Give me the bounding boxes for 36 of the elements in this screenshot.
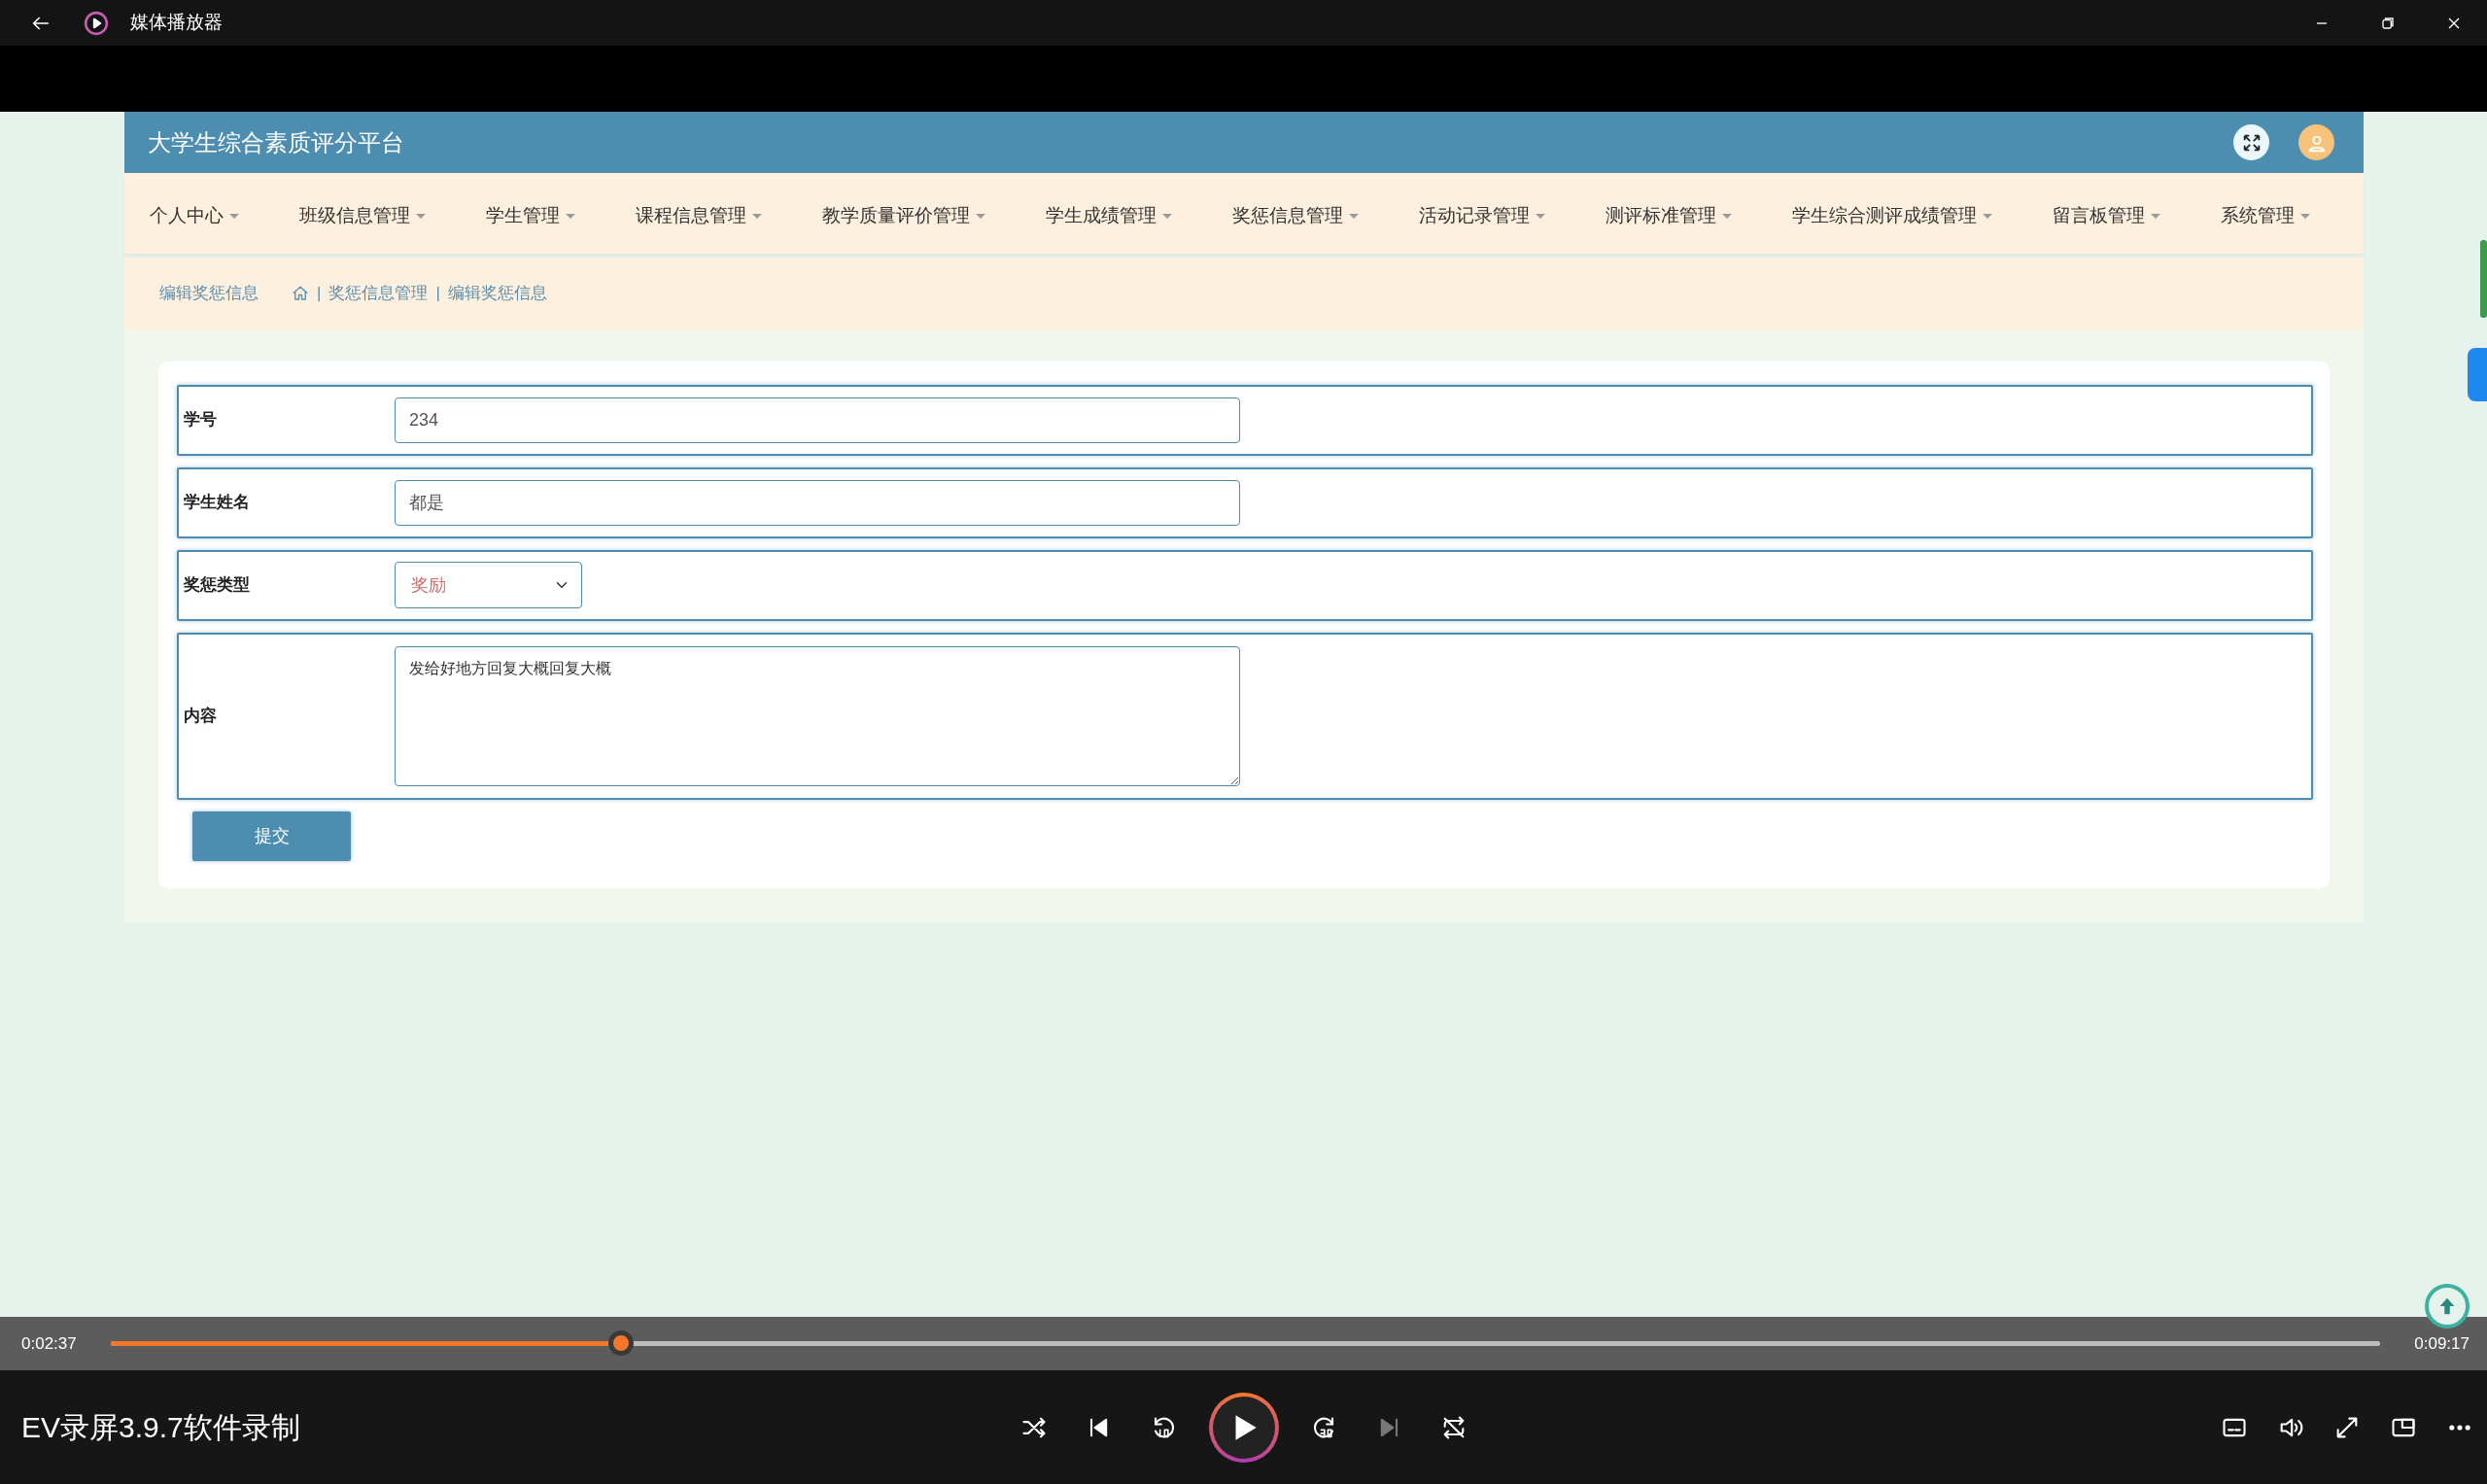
- nav-menu-item[interactable]: 奖惩信息管理: [1232, 202, 1359, 230]
- nav-menu-item[interactable]: 学生成绩管理: [1046, 202, 1172, 230]
- nav-menu-item[interactable]: 教学质量评价管理: [822, 202, 985, 230]
- page-title: 编辑奖惩信息: [159, 282, 259, 304]
- input-field[interactable]: 234: [395, 397, 1240, 443]
- avatar[interactable]: [2298, 124, 2334, 160]
- current-time: 0:02:37: [21, 1332, 77, 1355]
- nav-menu-item[interactable]: 个人中心: [150, 202, 239, 230]
- breadcrumb-separator: |: [317, 282, 322, 304]
- site-title: 大学生综合素质评分平台: [148, 127, 405, 157]
- nav-menu-item[interactable]: 学生综合测评成绩管理: [1792, 202, 1992, 230]
- progress-thumb[interactable]: [608, 1330, 635, 1356]
- breadcrumb-separator: |: [435, 282, 440, 304]
- recording-caption: EV录屏3.9.7软件录制: [20, 1410, 301, 1445]
- nav-menu-item[interactable]: 留言板管理: [2053, 202, 2160, 230]
- content-textarea[interactable]: 发给好地方回复大概回复大概: [395, 645, 1240, 786]
- back-to-top-button[interactable]: [2425, 1284, 2470, 1329]
- submit-button[interactable]: 提交: [192, 811, 351, 861]
- nav-menu-item[interactable]: 系统管理: [2221, 202, 2310, 230]
- input-field[interactable]: 都是: [395, 479, 1240, 526]
- progress-track[interactable]: [110, 1341, 2381, 1346]
- field-label: 奖惩类型: [183, 574, 251, 597]
- type-dropdown[interactable]: 奖励: [395, 562, 582, 608]
- field-label: 学生姓名: [183, 492, 251, 514]
- field-label: 内容: [183, 705, 218, 727]
- nav-menu-item[interactable]: 测评标准管理: [1606, 202, 1732, 230]
- window-title: 媒体播放器: [130, 11, 223, 35]
- play-icon: [84, 10, 109, 36]
- home-icon[interactable]: [292, 284, 309, 302]
- nav-menu-item[interactable]: 活动记录管理: [1419, 202, 1545, 230]
- fullscreen-button[interactable]: [2233, 124, 2269, 160]
- nav-menu-item[interactable]: 班级信息管理: [299, 202, 426, 230]
- field-label: 学号: [183, 409, 218, 431]
- total-time: 0:09:17: [2414, 1332, 2470, 1355]
- nav-menu-item[interactable]: 学生管理: [486, 202, 575, 230]
- nav-menu-item[interactable]: 课程信息管理: [636, 202, 762, 230]
